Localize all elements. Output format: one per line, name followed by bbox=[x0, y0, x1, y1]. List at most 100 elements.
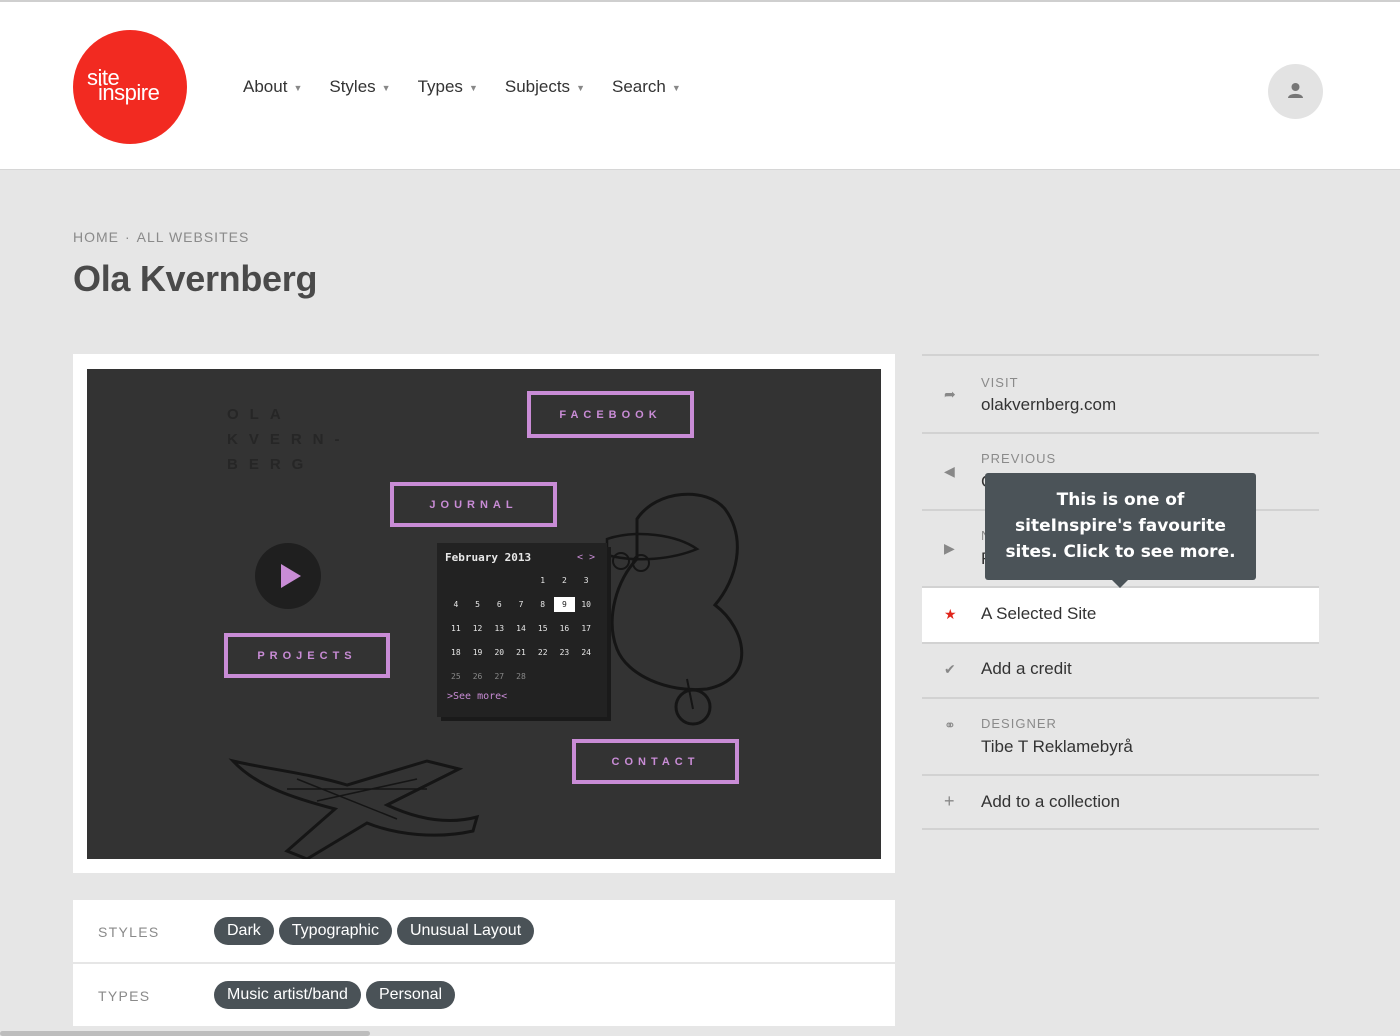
tag-unusual-layout[interactable]: Unusual Layout bbox=[396, 917, 535, 945]
add-collection-label: Add to a collection bbox=[981, 792, 1120, 811]
contact-label: CONTACT bbox=[611, 755, 700, 768]
calendar-day[interactable]: 18 bbox=[445, 645, 467, 660]
calendar-day[interactable]: 10 bbox=[575, 597, 597, 612]
breadcrumb-separator: · bbox=[125, 229, 131, 245]
calendar-day[interactable]: 28 bbox=[510, 669, 532, 684]
chevron-down-icon: ▼ bbox=[576, 83, 585, 93]
calendar-day[interactable]: 3 bbox=[575, 573, 597, 588]
calendar-empty-cell bbox=[575, 669, 597, 684]
selected-site-tooltip: This is one of siteInspire's favourite s… bbox=[985, 473, 1256, 588]
calendar-day[interactable]: 25 bbox=[445, 669, 467, 684]
nav-search[interactable]: Search ▼ bbox=[612, 76, 681, 98]
nav-styles[interactable]: Styles ▼ bbox=[329, 76, 390, 98]
designer-name-link[interactable]: Tibe T Reklamebyrå bbox=[981, 737, 1133, 757]
calendar-widget: February 2013 < > 1 2 3 4 5 6 7 8 9 10 11 12 13 14 15 1… bbox=[437, 543, 607, 717]
calendar-day[interactable]: 1 bbox=[532, 573, 554, 588]
nav-subjects[interactable]: Subjects ▼ bbox=[505, 76, 585, 98]
breadcrumb-home[interactable]: HOME bbox=[73, 229, 119, 245]
horizontal-scrollbar[interactable] bbox=[0, 1031, 370, 1036]
calendar-day[interactable]: 5 bbox=[467, 597, 489, 612]
styles-tags: Dark Typographic Unusual Layout bbox=[214, 917, 539, 945]
site-header: site inspire About ▼ Styles ▼ Types ▼ Subje… bbox=[0, 0, 1400, 170]
calendar-day[interactable]: 27 bbox=[488, 669, 510, 684]
breadcrumb-all-websites[interactable]: ALL WEBSITES bbox=[137, 229, 250, 245]
calendar-day[interactable]: 8 bbox=[532, 597, 554, 612]
calendar-day[interactable]: 13 bbox=[488, 621, 510, 636]
types-row: TYPES Music artist/band Personal bbox=[73, 964, 895, 1026]
nav-search-label: Search bbox=[611, 77, 666, 96]
styles-row: STYLES Dark Typographic Unusual Layout bbox=[73, 900, 895, 962]
designer-label: DESIGNER bbox=[981, 716, 1057, 731]
visit-label: VISIT bbox=[981, 375, 1019, 390]
calendar-day[interactable]: 23 bbox=[554, 645, 576, 660]
visit-row[interactable]: ➦ VISIT olakvernberg.com bbox=[922, 354, 1319, 432]
caret-left-icon: ◀ bbox=[944, 463, 955, 479]
add-credit-label: Add a credit bbox=[981, 659, 1072, 678]
checkmark-icon: ✔ bbox=[944, 661, 956, 677]
play-button[interactable] bbox=[255, 543, 321, 609]
calendar-empty-cell bbox=[488, 573, 510, 588]
previous-label: PREVIOUS bbox=[981, 451, 1057, 466]
facebook-link-button[interactable]: FACEBOOK bbox=[527, 391, 694, 438]
calendar-day[interactable]: 15 bbox=[532, 621, 554, 636]
calendar-day[interactable]: 22 bbox=[532, 645, 554, 660]
calendar-month: February 2013 bbox=[445, 551, 532, 564]
nav-about[interactable]: About ▼ bbox=[243, 76, 302, 98]
calendar-grid: 1 2 3 4 5 6 7 8 9 10 11 12 13 14 15 16 17 18 19 20 21 22 23 24 2… bbox=[445, 573, 597, 684]
caret-right-icon: ▶ bbox=[944, 540, 955, 556]
site-screenshot-card: OLA KVERN- BERG FACEBOOK JOURNAL PROJECT… bbox=[73, 354, 895, 873]
calendar-day[interactable]: 12 bbox=[467, 621, 489, 636]
contact-link-button[interactable]: CONTACT bbox=[572, 739, 739, 784]
journal-link-button[interactable]: JOURNAL bbox=[390, 482, 557, 527]
calendar-day[interactable]: 6 bbox=[488, 597, 510, 612]
nav-about-label: About bbox=[243, 77, 288, 96]
tag-personal[interactable]: Personal bbox=[365, 981, 456, 1009]
calendar-day[interactable]: 2 bbox=[554, 573, 576, 588]
calendar-day[interactable]: 20 bbox=[488, 645, 510, 660]
selected-site-row[interactable]: ★ A Selected Site bbox=[922, 586, 1319, 642]
calendar-day[interactable]: 16 bbox=[554, 621, 576, 636]
calendar-see-more-link[interactable]: >See more< bbox=[447, 691, 507, 702]
calendar-day[interactable]: 9 bbox=[553, 597, 576, 612]
types-tags: Music artist/band Personal bbox=[214, 981, 460, 1009]
calendar-day[interactable]: 11 bbox=[445, 621, 467, 636]
siteinspire-logo[interactable]: site inspire bbox=[73, 30, 187, 144]
styles-label: STYLES bbox=[98, 924, 160, 940]
calendar-empty-cell bbox=[467, 573, 489, 588]
calendar-day[interactable]: 17 bbox=[575, 621, 597, 636]
calendar-day[interactable]: 21 bbox=[510, 645, 532, 660]
user-icon bbox=[1288, 83, 1303, 98]
calendar-empty-cell bbox=[532, 669, 554, 684]
page-title: Ola Kvernberg bbox=[73, 258, 318, 299]
calendar-day[interactable]: 26 bbox=[467, 669, 489, 684]
chevron-down-icon: ▼ bbox=[468, 83, 478, 93]
visit-url-link[interactable]: olakvernberg.com bbox=[981, 395, 1116, 415]
creature-sketch-illustration bbox=[605, 492, 744, 726]
projects-label: PROJECTS bbox=[257, 649, 357, 662]
site-details-sidebar: ➦ VISIT olakvernberg.com ◀ PREVIOUS C ▶ … bbox=[922, 354, 1319, 830]
calendar-day[interactable]: 14 bbox=[510, 621, 532, 636]
user-account-button[interactable] bbox=[1268, 64, 1323, 119]
calendar-nav-arrows[interactable]: < > bbox=[577, 552, 595, 563]
site-name-line: OLA bbox=[227, 406, 292, 423]
site-name-line: KVERN- bbox=[227, 431, 351, 448]
journal-label: JOURNAL bbox=[429, 498, 518, 511]
calendar-day[interactable]: 19 bbox=[467, 645, 489, 660]
calendar-day[interactable]: 4 bbox=[445, 597, 467, 612]
tag-typographic[interactable]: Typographic bbox=[278, 917, 392, 945]
designer-row: ⚭ DESIGNER Tibe T Reklamebyrå bbox=[922, 697, 1319, 774]
calendar-day[interactable]: 7 bbox=[510, 597, 532, 612]
types-label: TYPES bbox=[98, 988, 151, 1004]
main-nav: About ▼ Styles ▼ Types ▼ Subjects ▼ Search ▼ bbox=[243, 76, 708, 98]
add-credit-row[interactable]: ✔ Add a credit bbox=[922, 642, 1319, 697]
link-icon: ⚭ bbox=[944, 717, 956, 733]
tag-music-artist-band[interactable]: Music artist/band bbox=[214, 981, 361, 1009]
site-screenshot[interactable]: OLA KVERN- BERG FACEBOOK JOURNAL PROJECT… bbox=[87, 369, 881, 859]
star-icon: ★ bbox=[944, 606, 957, 622]
add-collection-row[interactable]: + Add to a collection bbox=[922, 774, 1319, 830]
calendar-day[interactable]: 24 bbox=[575, 645, 597, 660]
tag-dark[interactable]: Dark bbox=[214, 917, 274, 945]
screenshot-site-name: OLA KVERN- BERG bbox=[227, 402, 351, 477]
nav-types[interactable]: Types ▼ bbox=[418, 76, 478, 98]
projects-link-button[interactable]: PROJECTS bbox=[224, 633, 390, 678]
